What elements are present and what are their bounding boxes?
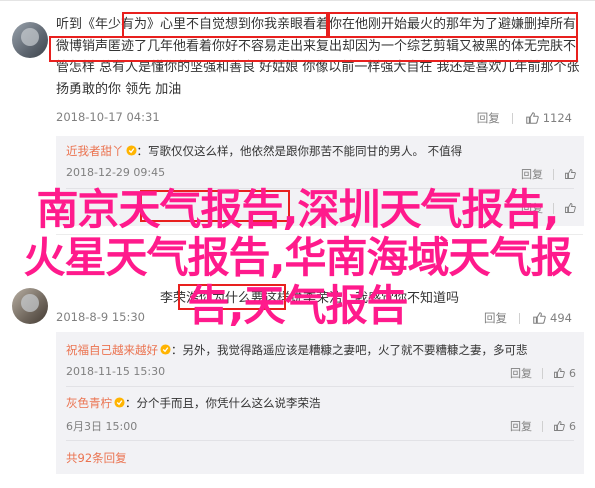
overlay-line: 火星天气报告,华南海域天气报 [23,233,573,282]
vip-badge-icon [160,344,171,355]
like-button[interactable]: 6 [553,420,576,433]
reply-meta: 2018-11-15 15:30 回复 6 [66,365,576,381]
reply-text: 灰色青柠 ：分个手而且，你凭什么这么说李荣浩 [66,395,576,411]
reply-item: 灰色青柠 ：分个手而且，你凭什么这么说李荣浩 6月3日 15:00 回复 6 [66,395,576,434]
like-count: 6 [569,366,576,380]
overlay-line: 告,天气报告 [187,281,409,330]
reply-time: 6月3日 15:00 [66,420,138,433]
like-button[interactable]: 6 [553,367,576,380]
more-replies-link[interactable]: 共92条回复 [66,450,127,466]
reply-content: ：分个手而且，你凭什么这么说李荣浩 [125,396,321,410]
reply-text: 祝福自己越来越好 ：另外，我觉得路遥应该是糟糠之妻吧，火了就不要糟糠之妻，多可悲 [66,342,576,358]
reply-divider [66,440,574,441]
reply-item: 祝福自己越来越好 ：另外，我觉得路遥应该是糟糠之妻吧，火了就不要糟糠之妻，多可悲 … [66,342,576,381]
reply-username[interactable]: 近我者甜丫 [66,144,124,158]
reply-username[interactable]: 祝福自己越来越好 [66,343,158,357]
reply-button[interactable]: 回复 [510,418,532,434]
reply-button[interactable]: 回复 [510,365,532,381]
like-button[interactable] [564,168,576,180]
vip-badge-icon [125,145,137,156]
like-button[interactable]: 1124 [525,111,572,125]
reply-item: 近我者甜丫 ：写歌仅仅这么样，他依然是跟你那苦不能同甘的男人。 不值得 2018-… [66,143,576,182]
thumbs-up-icon [525,112,539,124]
reply-content: ：另外，我觉得路遥应该是糟糠之妻吧，火了就不要糟糠之妻，多可悲 [171,343,528,357]
reply-actions: 回复 6 [510,418,576,434]
reply-meta: 6月3日 15:00 回复 6 [66,418,576,434]
reply-meta: 2018-12-29 09:45 回复 [66,166,576,182]
reply-button[interactable]: 回复 [521,166,543,182]
reply-content: ：写歌仅仅这么样，他依然是跟你那苦不能同甘的男人。 不值得 [136,144,463,158]
reply-time: 2018-11-15 15:30 [66,365,166,378]
comment-meta: 2018-10-17 04:31 回复 1124 [56,110,584,128]
avatar[interactable] [12,22,48,58]
comment-actions: 回复 1124 [477,110,572,126]
highlight-box [49,36,578,62]
thumbs-up-icon [554,368,565,378]
vip-badge-icon [114,397,125,408]
divider [511,112,513,124]
highlight-box [328,12,578,38]
reply-username[interactable]: 灰色青柠 [66,396,112,410]
divider [542,420,543,432]
like-count: 1124 [542,111,572,125]
reply-divider [66,386,574,387]
reply-text: 近我者甜丫 ：写歌仅仅这么样，他依然是跟你那苦不能同甘的男人。 不值得 [66,143,576,159]
reply-actions: 回复 6 [510,365,576,381]
reply-button[interactable]: 回复 [477,110,500,126]
reply-list: 祝福自己越来越好 ：另外，我觉得路遥应该是糟糠之妻吧，火了就不要糟糠之妻，多可悲 … [56,332,584,474]
overlay-text: 南京天气报告,深圳天气报告, 火星天气报告,华南海域天气报 告,天气报告 [0,186,595,330]
like-count: 6 [569,419,576,433]
divider [542,367,543,379]
comment-time: 2018-10-17 04:31 [56,110,160,124]
divider [553,168,554,180]
reply-actions: 回复 [521,166,576,182]
reply-time: 2018-12-29 09:45 [66,166,166,179]
highlight-box [122,12,328,38]
thumbs-up-icon [554,421,565,431]
overlay-line: 南京天气报告,深圳天气报告, [36,185,560,234]
thumbs-up-icon [565,169,576,179]
